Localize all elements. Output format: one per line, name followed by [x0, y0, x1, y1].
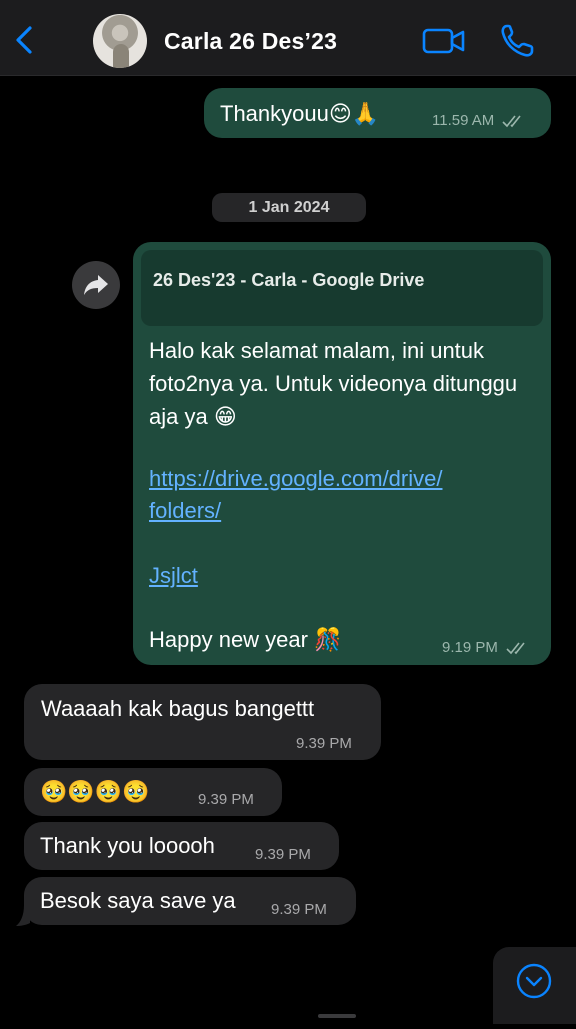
message-text: Halo kak selamat malam, ini untuk foto2n… [149, 338, 524, 429]
bubble-tail [16, 905, 30, 926]
message-time: 9.39 PM [296, 735, 352, 752]
message-bubble-incoming[interactable]: 🥹🥹🥹🥹 9.39 PM [24, 768, 282, 816]
link-preview-card[interactable]: 26 Des'23 - Carla - Google Drive [141, 250, 543, 326]
video-call-button[interactable] [422, 24, 466, 58]
forward-button[interactable] [72, 261, 120, 309]
chat-header: Carla 26 Des’23 [0, 0, 576, 76]
message-bubble-incoming[interactable]: Thank you looooh 9.39 PM [24, 822, 339, 870]
chevron-down-circle-icon [516, 963, 552, 999]
message-time: 9.39 PM [255, 846, 311, 863]
message-bubble-outgoing[interactable]: Thankyouu😊🙏 11.59 AM [204, 88, 551, 138]
contact-name[interactable]: Carla 26 Des’23 [164, 28, 337, 55]
message-bubble-outgoing-link[interactable]: 26 Des'23 - Carla - Google Drive Halo ka… [133, 242, 551, 665]
message-bubble-incoming[interactable]: Waaaah kak bagus bangettt 9.39 PM [24, 684, 381, 760]
link-preview-title: 26 Des'23 - Carla - Google Drive [153, 270, 425, 290]
message-time: 9.19 PM [442, 639, 530, 656]
scroll-to-bottom-button[interactable] [493, 947, 576, 1024]
forward-arrow-icon [84, 275, 108, 295]
message-time: 9.39 PM [271, 901, 327, 918]
short-link[interactable]: Jsjlct [149, 559, 198, 592]
read-ticks-icon [502, 115, 522, 128]
read-ticks-icon [506, 642, 525, 655]
contact-avatar[interactable] [93, 14, 147, 68]
date-separator: 1 Jan 2024 [212, 193, 366, 222]
message-text: Thankyouu😊🙏 [220, 101, 380, 126]
video-camera-icon [422, 28, 465, 54]
message-bubble-incoming[interactable]: Besok saya save ya 9.39 PM [24, 877, 356, 925]
phone-icon [501, 24, 534, 57]
message-closing-text: Happy new year 🎊 [149, 627, 342, 652]
drive-link-line-1[interactable]: https://drive.google.com/drive/ [149, 462, 442, 495]
message-text: 🥹🥹🥹🥹 [40, 779, 150, 804]
message-text: Thank you looooh [40, 833, 215, 858]
message-text: Besok saya save ya [40, 888, 236, 913]
chevron-left-icon [16, 26, 32, 54]
divider [318, 1014, 356, 1018]
drive-link-line-2[interactable]: folders/ [149, 494, 221, 527]
message-text: Waaaah kak bagus bangettt [41, 696, 315, 721]
message-time: 9.39 PM [198, 791, 254, 808]
back-button[interactable] [8, 20, 44, 60]
message-time: 11.59 AM [432, 112, 526, 129]
voice-call-button[interactable] [498, 22, 536, 60]
